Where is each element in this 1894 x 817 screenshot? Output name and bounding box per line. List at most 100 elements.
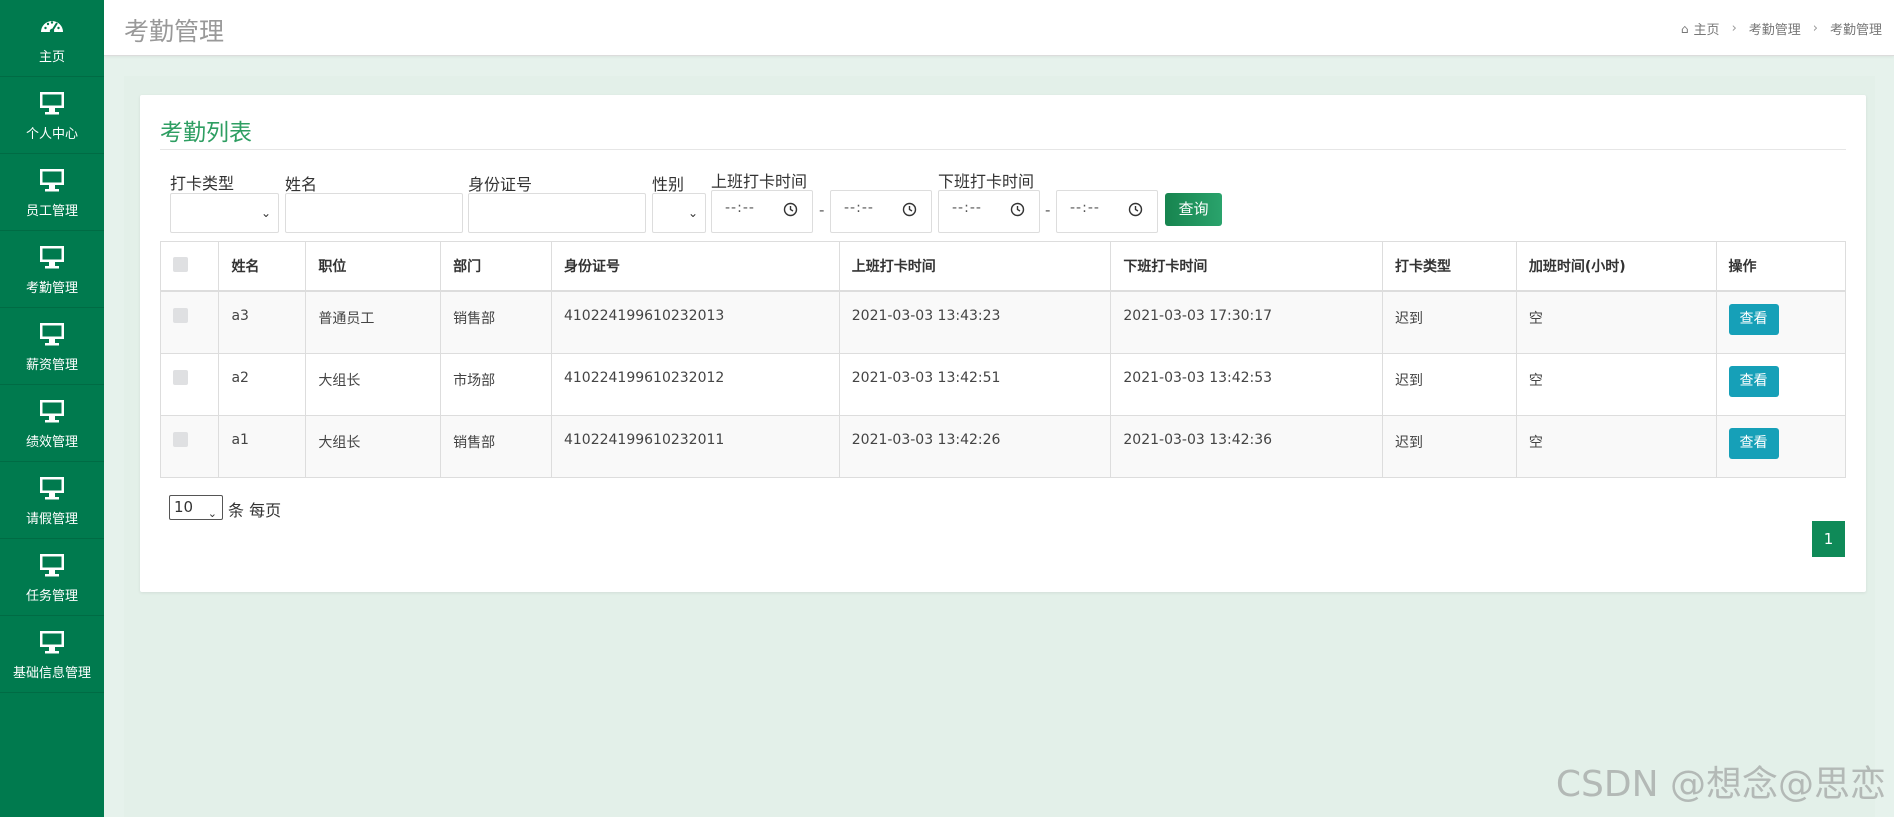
cell-action: 查看 bbox=[1716, 415, 1845, 477]
cell-id: 410224199610232013 bbox=[551, 291, 840, 354]
clock-in-end-input[interactable]: --:-- bbox=[830, 190, 932, 233]
sidebar-item-leave[interactable]: 请假管理 bbox=[0, 462, 104, 539]
table-header-row: 姓名 职位 部门 身份证号 上班打卡时间 下班打卡时间 打卡类型 加班时间(小时… bbox=[161, 242, 1845, 292]
cell-name: a1 bbox=[218, 415, 307, 477]
cell-dept: 销售部 bbox=[440, 291, 552, 354]
cell-clock-in: 2021-03-03 13:43:23 bbox=[839, 291, 1112, 354]
monitor-icon bbox=[40, 322, 64, 345]
cell-action: 查看 bbox=[1716, 353, 1845, 416]
name-label: 姓名 bbox=[285, 175, 318, 194]
cell-name: a2 bbox=[218, 353, 307, 416]
table-row: a3 普通员工 销售部 410224199610232013 2021-03-0… bbox=[161, 291, 1845, 354]
sidebar-item-attendance[interactable]: 考勤管理 bbox=[0, 231, 104, 308]
view-button[interactable]: 查看 bbox=[1728, 365, 1779, 397]
time-placeholder: --:-- bbox=[952, 200, 982, 216]
column-header: 部门 bbox=[440, 242, 552, 292]
query-button[interactable]: 查询 bbox=[1165, 193, 1222, 226]
cell-overtime: 空 bbox=[1516, 353, 1717, 416]
row-checkbox[interactable] bbox=[173, 308, 188, 323]
breadcrumb-attendance[interactable]: 考勤管理 bbox=[1749, 19, 1801, 38]
row-checkbox[interactable] bbox=[173, 369, 188, 385]
range-separator: - bbox=[819, 201, 825, 219]
clock-icon bbox=[902, 202, 917, 217]
clock-out-end-input[interactable]: --:-- bbox=[1056, 190, 1158, 233]
cell-action: 查看 bbox=[1716, 291, 1845, 354]
sidebar-item-salary[interactable]: 薪资管理 bbox=[0, 308, 104, 385]
cell-clock-in: 2021-03-03 13:42:26 bbox=[839, 415, 1112, 477]
row-checkbox[interactable] bbox=[173, 431, 188, 447]
watermark: CSDN @想念@思恋 bbox=[1555, 764, 1886, 805]
sidebar-item-employee[interactable]: 员工管理 bbox=[0, 154, 104, 231]
cell-clock-out: 2021-03-03 17:30:17 bbox=[1110, 291, 1384, 354]
cell-punch-type: 迟到 bbox=[1382, 415, 1517, 477]
page-number-1[interactable]: 1 bbox=[1812, 521, 1845, 557]
column-header: 上班打卡时间 bbox=[839, 242, 1112, 292]
monitor-icon bbox=[40, 399, 64, 422]
clock-icon bbox=[783, 202, 798, 217]
cell-dept: 市场部 bbox=[440, 353, 552, 416]
cell-punch-type: 迟到 bbox=[1382, 291, 1517, 354]
select-all-cell bbox=[161, 242, 220, 292]
monitor-icon bbox=[40, 630, 64, 653]
name-input[interactable] bbox=[285, 193, 463, 233]
chevron-down-icon: ⌄ bbox=[687, 206, 698, 220]
sidebar-item-task[interactable]: 任务管理 bbox=[0, 539, 104, 616]
range-separator: - bbox=[1045, 201, 1051, 219]
chevron-down-icon: ⌄ bbox=[260, 206, 271, 220]
cell-clock-out: 2021-03-03 13:42:53 bbox=[1110, 353, 1384, 416]
sidebar-item-label: 任务管理 bbox=[25, 588, 78, 604]
sidebar-item-home[interactable]: 主页 bbox=[0, 0, 104, 77]
cell-name: a3 bbox=[218, 291, 307, 354]
attendance-table: 姓名 职位 部门 身份证号 上班打卡时间 下班打卡时间 打卡类型 加班时间(小时… bbox=[160, 241, 1846, 478]
row-select-cell bbox=[161, 291, 220, 354]
gender-label: 性别 bbox=[652, 175, 685, 194]
clock-icon bbox=[1128, 202, 1143, 217]
cell-clock-in: 2021-03-03 13:42:51 bbox=[839, 353, 1112, 416]
cell-dept: 销售部 bbox=[440, 415, 552, 477]
column-header: 操作 bbox=[1716, 242, 1845, 292]
column-header: 下班打卡时间 bbox=[1110, 242, 1384, 292]
sidebar-item-performance[interactable]: 绩效管理 bbox=[0, 385, 104, 462]
page-size-select[interactable]: 10 ⌄ bbox=[169, 495, 223, 520]
clock-in-start-input[interactable]: --:-- bbox=[711, 190, 813, 233]
sidebar-item-label: 考勤管理 bbox=[25, 280, 78, 296]
punch-type-select[interactable]: ⌄ bbox=[170, 193, 279, 233]
sidebar-item-personal-center[interactable]: 个人中心 bbox=[0, 77, 104, 154]
time-placeholder: --:-- bbox=[844, 200, 874, 216]
clock-out-label: 下班打卡时间 bbox=[938, 172, 1035, 191]
monitor-icon bbox=[40, 91, 64, 114]
select-all-checkbox[interactable] bbox=[173, 256, 188, 272]
sidebar-item-label: 基础信息管理 bbox=[12, 665, 91, 681]
cell-position: 大组长 bbox=[305, 353, 442, 416]
page-size-suffix: 条 每页 bbox=[228, 501, 282, 520]
view-button[interactable]: 查看 bbox=[1728, 427, 1779, 459]
sidebar-item-basic-info[interactable]: 基础信息管理 bbox=[0, 616, 104, 693]
breadcrumb-current: 考勤管理 bbox=[1829, 23, 1882, 38]
page-title: 考勤管理 bbox=[124, 17, 225, 46]
monitor-icon bbox=[40, 476, 64, 499]
view-button[interactable]: 查看 bbox=[1728, 304, 1779, 335]
time-placeholder: --:-- bbox=[1070, 200, 1100, 216]
column-header: 姓名 bbox=[218, 242, 307, 292]
cell-position: 普通员工 bbox=[305, 291, 442, 354]
cell-id: 410224199610232011 bbox=[551, 415, 840, 477]
cell-overtime: 空 bbox=[1516, 291, 1717, 354]
column-header: 打卡类型 bbox=[1382, 242, 1517, 292]
home-icon: ⌂ bbox=[1680, 21, 1689, 36]
sidebar-item-label: 主页 bbox=[38, 49, 65, 65]
column-header: 身份证号 bbox=[551, 242, 840, 292]
cell-id: 410224199610232012 bbox=[551, 353, 840, 416]
id-input[interactable] bbox=[468, 193, 646, 233]
table-row: a2 大组长 市场部 410224199610232012 2021-03-03… bbox=[161, 353, 1845, 416]
sidebar: 主页 个人中心 员工管理 考勤管理 薪资管理 绩效管理 请假管理 任务管理 基础… bbox=[0, 0, 104, 817]
column-header: 加班时间(小时) bbox=[1516, 242, 1717, 292]
sidebar-item-label: 个人中心 bbox=[25, 126, 78, 142]
chevron-down-icon: ⌄ bbox=[207, 507, 217, 520]
breadcrumb-home[interactable]: 主页 bbox=[1694, 19, 1720, 38]
card-title: 考勤列表 bbox=[160, 120, 252, 146]
breadcrumb-separator: › bbox=[1812, 21, 1818, 36]
top-header: 考勤管理 ⌂ 主页 › 考勤管理 › 考勤管理 bbox=[104, 0, 1894, 56]
title-divider bbox=[160, 149, 1846, 150]
clock-out-start-input[interactable]: --:-- bbox=[938, 190, 1040, 233]
gender-select[interactable]: ⌄ bbox=[652, 193, 706, 233]
